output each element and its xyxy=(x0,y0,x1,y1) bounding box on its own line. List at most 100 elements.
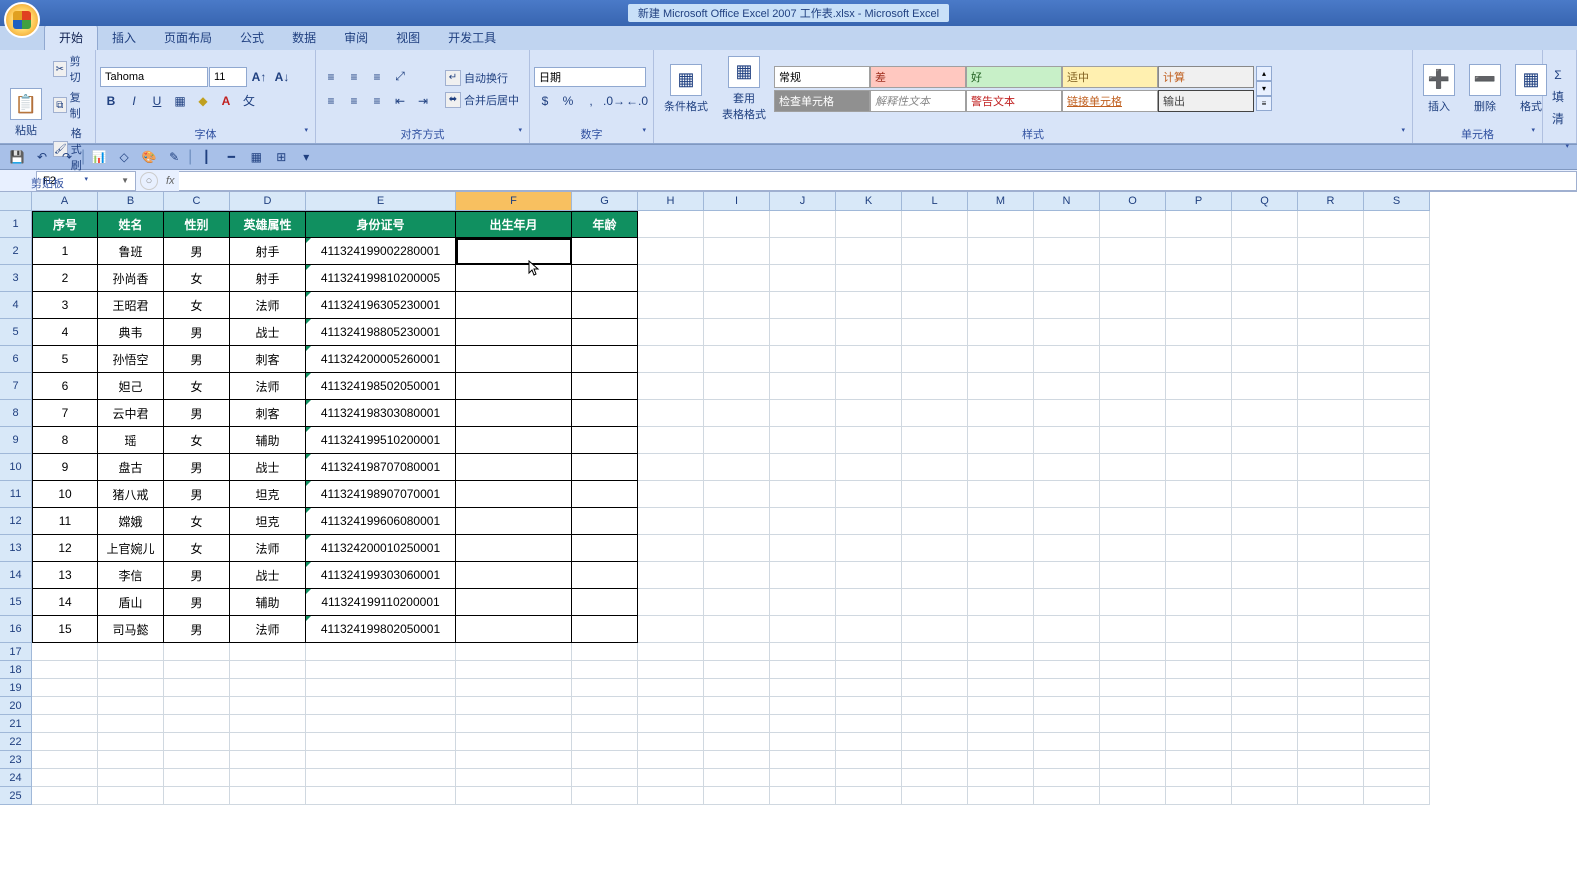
row-header-16[interactable]: 16 xyxy=(0,616,32,643)
cell-I5[interactable] xyxy=(704,319,770,346)
cell-I19[interactable] xyxy=(704,679,770,697)
cell-A13[interactable]: 12 xyxy=(32,535,98,562)
cell-R24[interactable] xyxy=(1298,769,1364,787)
cell-D5[interactable]: 战士 xyxy=(230,319,306,346)
cell-F16[interactable] xyxy=(456,616,572,643)
cell-E5[interactable]: 411324198805230001 xyxy=(306,319,456,346)
cell-E2[interactable]: 411324199002280001 xyxy=(306,238,456,265)
cell-S18[interactable] xyxy=(1364,661,1430,679)
cell-S16[interactable] xyxy=(1364,616,1430,643)
cell-J16[interactable] xyxy=(770,616,836,643)
cell-C15[interactable]: 男 xyxy=(164,589,230,616)
cell-H2[interactable] xyxy=(638,238,704,265)
cell-K16[interactable] xyxy=(836,616,902,643)
cell-E17[interactable] xyxy=(306,643,456,661)
cell-S19[interactable] xyxy=(1364,679,1430,697)
qa-style-button[interactable]: ✎ xyxy=(163,147,185,167)
cell-G3[interactable] xyxy=(572,265,638,292)
cell-B1[interactable]: 姓名 xyxy=(98,211,164,238)
cell-F17[interactable] xyxy=(456,643,572,661)
cell-G14[interactable] xyxy=(572,562,638,589)
cell-A21[interactable] xyxy=(32,715,98,733)
row-header-21[interactable]: 21 xyxy=(0,715,32,733)
cell-M23[interactable] xyxy=(968,751,1034,769)
cell-F8[interactable] xyxy=(456,400,572,427)
cell-O12[interactable] xyxy=(1100,508,1166,535)
cell-B22[interactable] xyxy=(98,733,164,751)
row-header-24[interactable]: 24 xyxy=(0,769,32,787)
office-button[interactable] xyxy=(4,2,40,38)
cell-Q22[interactable] xyxy=(1232,733,1298,751)
cell-R18[interactable] xyxy=(1298,661,1364,679)
cell-G11[interactable] xyxy=(572,481,638,508)
cell-Q5[interactable] xyxy=(1232,319,1298,346)
cell-P12[interactable] xyxy=(1166,508,1232,535)
cell-C8[interactable]: 男 xyxy=(164,400,230,427)
cell-I23[interactable] xyxy=(704,751,770,769)
cell-Q3[interactable] xyxy=(1232,265,1298,292)
cell-K7[interactable] xyxy=(836,373,902,400)
cell-N3[interactable] xyxy=(1034,265,1100,292)
cell-H18[interactable] xyxy=(638,661,704,679)
cell-D10[interactable]: 战士 xyxy=(230,454,306,481)
cell-J6[interactable] xyxy=(770,346,836,373)
underline-button[interactable]: U xyxy=(146,91,168,111)
cell-N20[interactable] xyxy=(1034,697,1100,715)
cell-B17[interactable] xyxy=(98,643,164,661)
cell-B8[interactable]: 云中君 xyxy=(98,400,164,427)
col-header-M[interactable]: M xyxy=(968,192,1034,211)
cell-H17[interactable] xyxy=(638,643,704,661)
cell-G21[interactable] xyxy=(572,715,638,733)
autosum-button[interactable]: Σ xyxy=(1547,65,1569,85)
cell-A6[interactable]: 5 xyxy=(32,346,98,373)
cell-Q21[interactable] xyxy=(1232,715,1298,733)
cell-C19[interactable] xyxy=(164,679,230,697)
table-format-button[interactable]: ▦ 套用 表格格式 xyxy=(716,54,772,124)
cell-H24[interactable] xyxy=(638,769,704,787)
row-header-20[interactable]: 20 xyxy=(0,697,32,715)
cell-I20[interactable] xyxy=(704,697,770,715)
align-bottom-button[interactable]: ≡ xyxy=(366,67,388,87)
row-header-7[interactable]: 7 xyxy=(0,373,32,400)
decrease-decimal-button[interactable]: ←.0 xyxy=(626,91,648,111)
cell-D12[interactable]: 坦克 xyxy=(230,508,306,535)
qa-chart-button[interactable]: 📊 xyxy=(88,147,110,167)
cell-D13[interactable]: 法师 xyxy=(230,535,306,562)
cell-H1[interactable] xyxy=(638,211,704,238)
cell-H7[interactable] xyxy=(638,373,704,400)
col-header-O[interactable]: O xyxy=(1100,192,1166,211)
cell-D24[interactable] xyxy=(230,769,306,787)
tab-公式[interactable]: 公式 xyxy=(226,25,278,50)
cell-N11[interactable] xyxy=(1034,481,1100,508)
cell-P25[interactable] xyxy=(1166,787,1232,805)
cell-H14[interactable] xyxy=(638,562,704,589)
cell-N21[interactable] xyxy=(1034,715,1100,733)
cell-C24[interactable] xyxy=(164,769,230,787)
cell-I13[interactable] xyxy=(704,535,770,562)
cell-D4[interactable]: 法师 xyxy=(230,292,306,319)
cell-G24[interactable] xyxy=(572,769,638,787)
cell-S14[interactable] xyxy=(1364,562,1430,589)
cell-B7[interactable]: 妲己 xyxy=(98,373,164,400)
undo-button[interactable]: ↶ xyxy=(31,147,53,167)
style-explain[interactable]: 解释性文本 xyxy=(870,90,966,112)
delete-cells-button[interactable]: ➖删除 xyxy=(1463,62,1507,116)
cancel-formula-button[interactable]: ○ xyxy=(140,172,158,190)
number-format-select[interactable] xyxy=(534,67,646,87)
style-output[interactable]: 输出 xyxy=(1158,90,1254,112)
cell-E11[interactable]: 411324198907070001 xyxy=(306,481,456,508)
cell-K9[interactable] xyxy=(836,427,902,454)
cell-G23[interactable] xyxy=(572,751,638,769)
cell-M18[interactable] xyxy=(968,661,1034,679)
cell-H15[interactable] xyxy=(638,589,704,616)
cell-A18[interactable] xyxy=(32,661,98,679)
cell-L21[interactable] xyxy=(902,715,968,733)
cell-N18[interactable] xyxy=(1034,661,1100,679)
cell-G17[interactable] xyxy=(572,643,638,661)
cell-C9[interactable]: 女 xyxy=(164,427,230,454)
cell-A2[interactable]: 1 xyxy=(32,238,98,265)
cell-B9[interactable]: 瑶 xyxy=(98,427,164,454)
cell-C12[interactable]: 女 xyxy=(164,508,230,535)
cell-I8[interactable] xyxy=(704,400,770,427)
cell-S24[interactable] xyxy=(1364,769,1430,787)
